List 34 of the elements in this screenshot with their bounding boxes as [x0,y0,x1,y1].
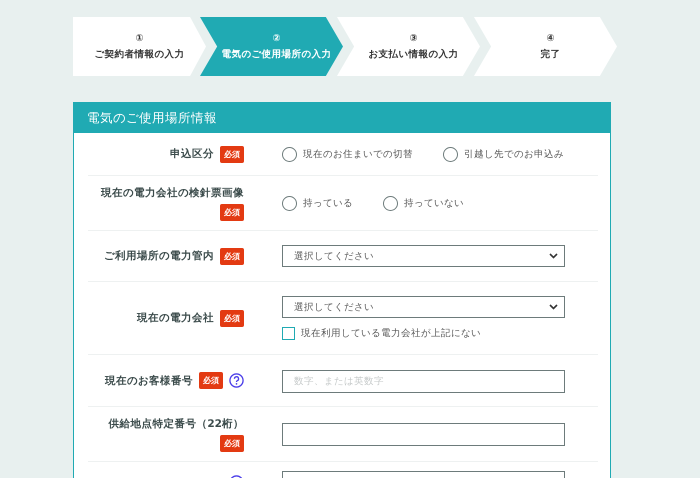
text-input[interactable] [282,423,565,446]
radio-button[interactable] [282,146,297,162]
checkbox[interactable] [282,327,295,340]
progress-step: ③ お支払い情報の入力 [337,17,480,76]
radio-label: 引越し先でのお申込み [464,148,564,160]
select-dropdown[interactable]: 選択してください [282,296,565,318]
chevron-down-icon [549,253,558,259]
progress-step: ④ 完了 [474,17,617,76]
radio-label: 持っていない [404,196,464,210]
required-tag: 必須 [220,146,244,162]
required-tag: 必須 [220,248,244,264]
select-dropdown[interactable]: 選択してください [282,245,565,267]
section-header: 電気のご使用場所情報 [74,103,610,133]
required-tag: 必須 [220,434,244,452]
progress-step: ① ご契約者情報の入力 [73,17,206,76]
required-tag: 必須 [199,372,223,389]
progress-step: ② 電気のご使用場所の入力 [200,17,343,76]
radio-button[interactable] [443,146,458,162]
chevron-down-icon [549,304,558,310]
field-label: 現在の電力会社 [137,311,214,325]
required-tag: 必須 [220,310,244,326]
radio-label: 持っている [303,196,353,210]
radio-button[interactable] [282,196,297,210]
help-icon[interactable] [229,373,244,388]
text-input[interactable]: 数字、または英数字 [282,370,565,392]
required-tag: 必須 [220,204,244,220]
field-label: 現在の電力会社の検針票画像 [101,186,244,200]
radio-label: 現在のお住まいでの切替 [303,148,413,160]
field-label: ご利用場所の電力管内 [104,249,214,263]
field-label: 供給地点特定番号（22桁） [108,416,244,430]
checkbox-label: 現在利用している電力会社が上記にない [301,327,481,340]
field-label: 現在のお客様番号 [105,374,193,388]
radio-button[interactable] [383,196,398,210]
field-label: 申込区分 [170,147,214,161]
